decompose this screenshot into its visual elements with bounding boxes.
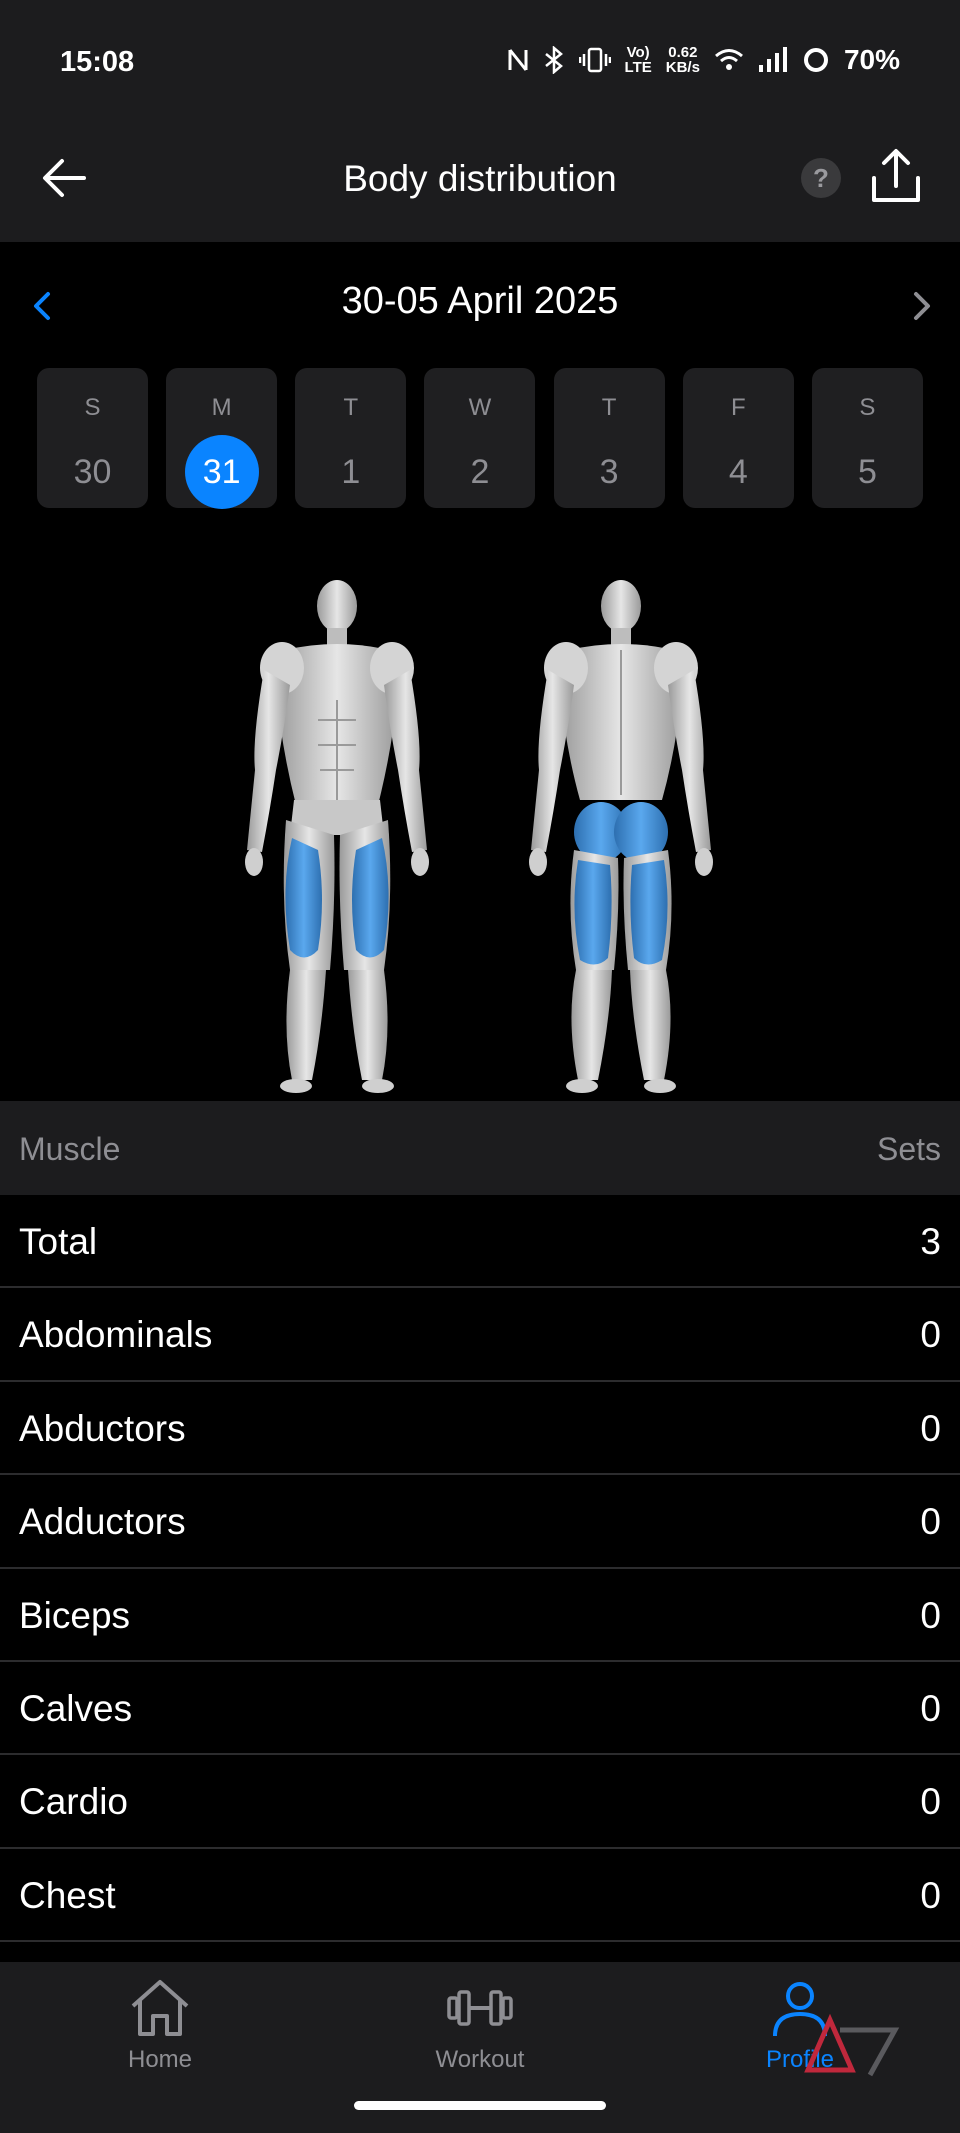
day-number: 31 — [184, 435, 259, 509]
day-cell[interactable]: W2 — [424, 368, 536, 508]
table-header: Muscle Sets — [0, 1101, 960, 1195]
front-body-figure — [245, 580, 429, 1093]
table-row: Biceps 0 — [0, 1569, 960, 1662]
day-letter: M — [211, 394, 232, 421]
back-body-figure — [529, 580, 713, 1093]
table-row: Calves 0 — [0, 1662, 960, 1756]
muscle-name: Total — [19, 1221, 98, 1262]
day-cell-selected[interactable]: M 31 — [166, 368, 278, 509]
help-button[interactable]: ? — [801, 158, 841, 198]
net-speed-value: 0.62 — [668, 44, 698, 61]
volte-icon: Vo) LTE — [625, 45, 652, 75]
week-range: 30-05 April 2025 — [341, 280, 619, 322]
day-letter: S — [84, 394, 101, 421]
day-cell[interactable]: T1 — [295, 368, 407, 508]
muscle-name: Chest — [19, 1874, 116, 1916]
chevron-right-icon[interactable] — [902, 286, 942, 326]
day-letter: T — [343, 394, 359, 421]
muscle-name: Biceps — [19, 1594, 131, 1636]
sets-count: 0 — [920, 1874, 941, 1916]
app-header: Body distribution ? — [0, 120, 960, 242]
watermark-logo — [804, 2013, 900, 2077]
muscle-name: Cardio — [19, 1781, 128, 1823]
battery-percent: 70% — [843, 44, 900, 75]
nfc-icon — [508, 49, 528, 71]
home-icon — [131, 1980, 189, 2036]
table-row: Adductors 0 — [0, 1475, 960, 1569]
day-number: 30 — [73, 453, 112, 491]
day-letter: T — [601, 394, 617, 421]
muscle-name: Abdominals — [19, 1314, 213, 1356]
status-bar: 15:08 Vo) LTE 0.62 KB/s 70% — [0, 0, 960, 120]
muscle-name: Abductors — [19, 1407, 186, 1449]
table-row: Abdominals 0 — [0, 1288, 960, 1382]
column-header-muscle: Muscle — [19, 1131, 121, 1167]
day-cell[interactable]: S5 — [811, 368, 923, 508]
muscle-sets-table: Total 3 Abdominals 0 Abductors 0 Adductors 0… — [0, 1195, 960, 1943]
day-cell[interactable]: F4 — [682, 368, 794, 508]
day-selector: S 30 M 31 T1 W2 T3 F4 S5 — [37, 368, 923, 509]
muscle-map — [245, 580, 713, 1093]
nav-workout[interactable]: Workout — [380, 1976, 580, 2096]
status-icons: Vo) LTE 0.62 KB/s 70% — [507, 44, 900, 76]
day-cell[interactable]: S 30 — [37, 368, 148, 508]
wifi-icon — [714, 49, 743, 70]
table-row: Cardio 0 — [0, 1755, 960, 1849]
bluetooth-icon — [544, 46, 563, 74]
vibrate-icon — [578, 47, 611, 73]
day-letter: F — [730, 394, 746, 421]
muscle-name: Adductors — [19, 1501, 186, 1543]
nav-home-label: Home — [127, 2046, 193, 2073]
status-time: 15:08 — [60, 46, 135, 78]
table-row: Abductors 0 — [0, 1382, 960, 1476]
net-speed: 0.62 KB/s — [666, 45, 700, 75]
day-letter: S — [859, 394, 876, 421]
sets-count: 0 — [920, 1594, 941, 1636]
sets-count: 0 — [920, 1407, 941, 1449]
day-letter: W — [468, 394, 492, 421]
net-speed-unit: KB/s — [665, 59, 700, 76]
day-number: 2 — [470, 453, 490, 491]
sets-count: 3 — [920, 1221, 941, 1262]
day-number: 3 — [599, 453, 619, 491]
sets-count: 0 — [920, 1501, 941, 1543]
day-number: 1 — [341, 453, 361, 491]
signal-icon — [758, 47, 787, 72]
hamstring-left-highlight — [574, 860, 612, 965]
column-header-sets: Sets — [876, 1131, 941, 1167]
sets-count: 0 — [920, 1781, 941, 1823]
share-icon[interactable] — [868, 146, 924, 206]
sets-count: 0 — [920, 1687, 941, 1729]
nav-workout-label: Workout — [435, 2046, 525, 2073]
day-number: 5 — [857, 453, 877, 491]
table-row: Chest 0 — [0, 1849, 960, 1943]
front-right-quad-highlight — [352, 838, 389, 958]
day-cell[interactable]: T3 — [553, 368, 665, 508]
battery-ring-icon — [803, 48, 828, 72]
front-left-quad-highlight — [285, 838, 322, 958]
sets-count: 0 — [920, 1314, 941, 1356]
day-number: 4 — [728, 453, 748, 491]
table-row: Total 3 — [0, 1195, 960, 1289]
muscle-name: Calves — [19, 1687, 133, 1729]
hamstring-right-highlight — [630, 860, 668, 965]
home-indicator[interactable] — [354, 2101, 606, 2110]
dumbbell-icon — [447, 1990, 513, 2026]
week-navigator: 30-05 April 2025 — [0, 242, 960, 372]
volte-bottom: LTE — [624, 59, 652, 76]
volte-top: Vo) — [626, 44, 650, 61]
nav-home[interactable]: Home — [60, 1976, 260, 2096]
